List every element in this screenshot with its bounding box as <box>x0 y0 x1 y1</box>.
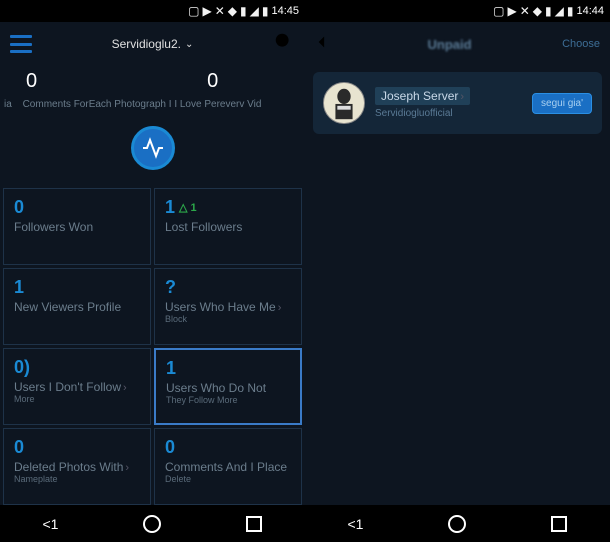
play-icon: ▶ <box>202 4 211 18</box>
status-bar-right: ▢ ▶ ✕ ◆ ▮ ◢ ▮ 14:44 <box>305 0 610 22</box>
gallery-icon: ▢ <box>493 4 504 18</box>
stat-1: 0 <box>26 70 37 93</box>
play-icon: ▶ <box>507 4 516 18</box>
chevron-down-icon: ⌄ <box>185 39 193 50</box>
delta-up-icon: △ 1 <box>179 201 197 214</box>
activity-icon <box>141 136 165 160</box>
card-followers-won[interactable]: 0 Followers Won <box>3 188 151 265</box>
account-dropdown[interactable]: Servidioglu2. ⌄ <box>40 37 265 51</box>
battery-icon: ▮ <box>567 4 574 18</box>
nav-recent-button[interactable] <box>551 516 567 532</box>
nav-home-button[interactable] <box>448 515 466 533</box>
status-bar-left: ▢ ▶ ✕ ◆ ▮ ◢ ▮ 14:45 <box>0 0 305 22</box>
user-info: Joseph Server› Servidiogluofficial <box>375 87 522 119</box>
left-screen: ▢ ▶ ✕ ◆ ▮ ◢ ▮ 14:45 Servidioglu2. ⌄ 0 0 <box>0 0 305 505</box>
username-label: Servidioglu2. <box>112 37 181 51</box>
data-icon: ▮ <box>240 4 247 18</box>
card-lost-followers[interactable]: 1 △ 1 Lost Followers <box>154 188 302 265</box>
search-button[interactable] <box>273 31 295 58</box>
mute-icon: ✕ <box>520 4 530 18</box>
user-list-item[interactable]: Joseph Server› Servidiogluofficial segui… <box>313 72 602 134</box>
arrow-left-icon <box>315 31 337 53</box>
nav-home-button[interactable] <box>143 515 161 533</box>
stats-row: 0 0 <box>0 66 305 97</box>
clock: 14:45 <box>271 5 299 17</box>
wifi-icon: ◆ <box>228 4 237 18</box>
nav-back-button[interactable]: <1 <box>43 516 59 532</box>
avatar <box>323 82 365 124</box>
battery-icon: ▮ <box>262 4 269 18</box>
page-title: Unpaid <box>345 37 554 52</box>
card-blocked-me[interactable]: ? Users Who Have Me› Block <box>154 268 302 345</box>
wifi-icon: ◆ <box>533 4 542 18</box>
bio-row: ia Comments ForEach Photograph I I Love … <box>0 97 305 118</box>
data-icon: ▮ <box>545 4 552 18</box>
card-dont-follow[interactable]: 0) Users I Don't Follow› More <box>3 348 151 425</box>
gallery-icon: ▢ <box>188 4 199 18</box>
back-button[interactable] <box>315 31 337 58</box>
chevron-right-icon: › <box>125 462 129 474</box>
card-new-viewers[interactable]: 1 New Viewers Profile <box>3 268 151 345</box>
app-bar-left: Servidioglu2. ⌄ <box>0 22 305 66</box>
app-bar-right: Unpaid Choose <box>305 22 610 66</box>
clock: 14:44 <box>576 5 604 17</box>
nav-back-button[interactable]: <1 <box>348 516 364 532</box>
stat-2: 0 <box>207 70 218 93</box>
hamburger-menu-icon[interactable] <box>10 35 32 53</box>
card-deleted-comments[interactable]: 0 Comments And I Place Delete <box>154 428 302 505</box>
signal-icon: ◢ <box>555 4 564 18</box>
right-screen: ▢ ▶ ✕ ◆ ▮ ◢ ▮ 14:44 Unpaid Choose Joseph… <box>305 0 610 505</box>
user-handle: Servidiogluofficial <box>375 108 522 119</box>
card-not-follow-back[interactable]: 1 Users Who Do Not They Follow More <box>154 348 302 425</box>
refresh-button[interactable] <box>131 126 175 170</box>
signal-icon: ◢ <box>250 4 259 18</box>
chevron-right-icon: › <box>123 382 127 394</box>
stats-grid: 0 Followers Won 1 △ 1 Lost Followers 1 N… <box>0 188 305 505</box>
chevron-right-icon: › <box>278 302 282 314</box>
search-icon <box>273 31 295 53</box>
refresh-section <box>0 118 305 188</box>
nav-recent-button[interactable] <box>246 516 262 532</box>
choose-button[interactable]: Choose <box>562 38 600 50</box>
mute-icon: ✕ <box>215 4 225 18</box>
follow-status-button[interactable]: segui gia' <box>532 93 592 114</box>
system-nav-bar: <1 <1 <box>0 505 610 542</box>
card-deleted-photos[interactable]: 0 Deleted Photos With› Nameplate <box>3 428 151 505</box>
user-display-name: Joseph Server› <box>375 87 470 105</box>
